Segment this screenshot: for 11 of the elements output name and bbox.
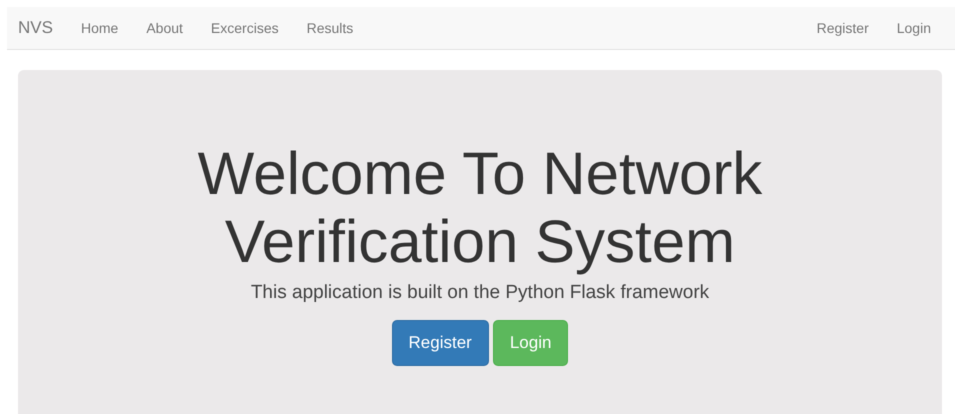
nav-link[interactable]: Excercises xyxy=(196,20,293,36)
nav-link[interactable]: About xyxy=(132,20,197,36)
brand-link[interactable]: NVS xyxy=(18,18,53,38)
register-button[interactable]: Register xyxy=(392,320,489,366)
hero-subtitle: This application is built on the Python Flask framework xyxy=(250,282,710,304)
nav-link[interactable]: Home xyxy=(66,20,132,36)
hero-title: Welcome To Network Verification System xyxy=(198,140,762,276)
nav-link[interactable]: Register xyxy=(802,20,883,36)
login-button[interactable]: Login xyxy=(492,320,568,366)
nav-link[interactable]: Results xyxy=(292,20,368,36)
nav-link[interactable]: Login xyxy=(882,20,945,36)
